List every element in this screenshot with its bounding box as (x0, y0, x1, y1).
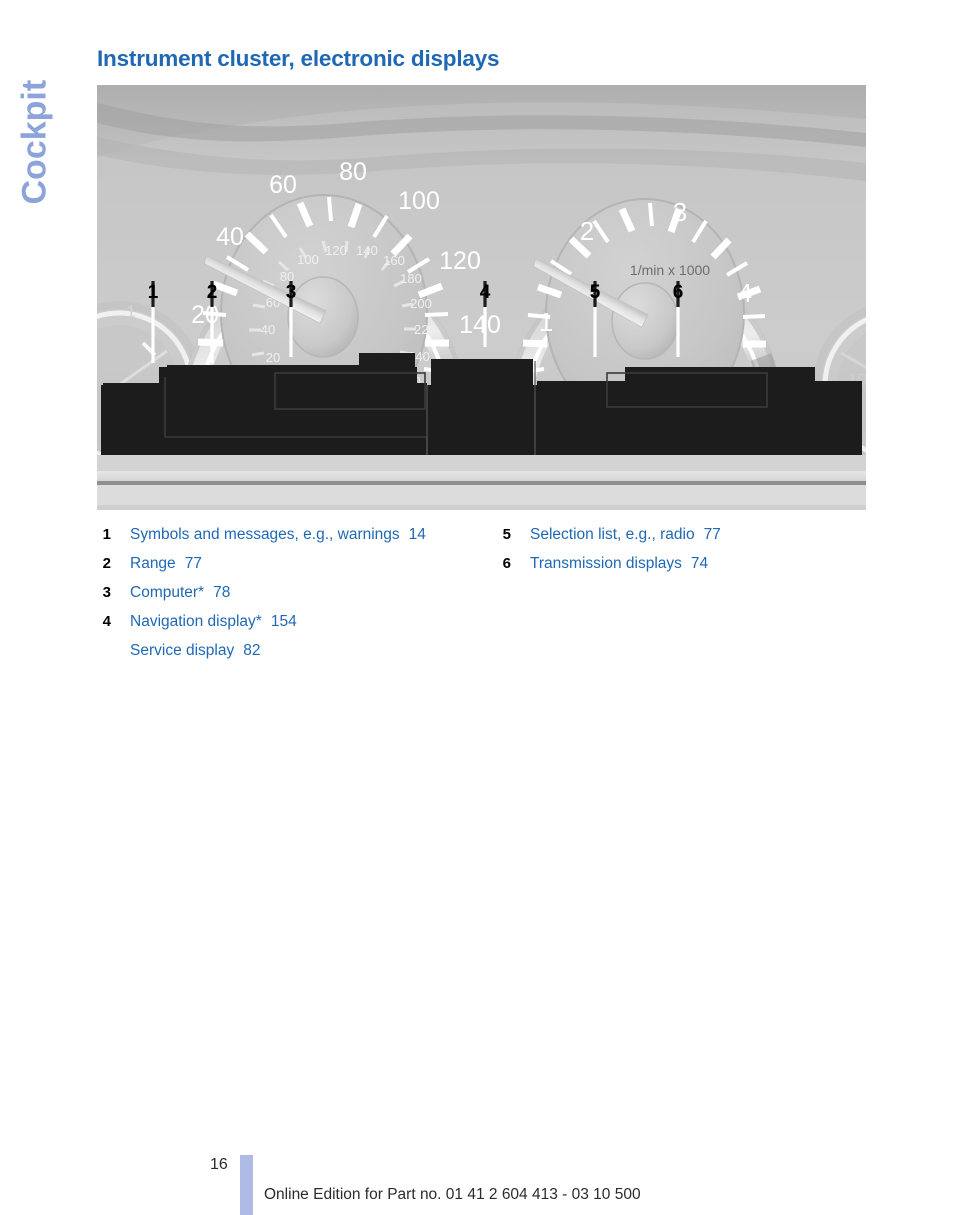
instrument-cluster-figure: 1 10 20 40 60 80 100 120 140 20 40 60 80… (97, 85, 866, 510)
legend-label[interactable]: Symbols and messages, e.g., warnings 14 (130, 520, 426, 549)
legend-label[interactable]: Navigation display* 154 (130, 607, 297, 636)
tachometer-unit-label: 1/min x 1000 (630, 262, 710, 278)
svg-text:180: 180 (400, 271, 422, 286)
legend-item[interactable]: 2 Range 77 (97, 549, 497, 578)
svg-text:20: 20 (266, 350, 280, 365)
svg-text:1: 1 (539, 307, 553, 337)
legend-column-right: 5 Selection list, e.g., radio 77 6 Transm… (497, 520, 867, 578)
legend-label[interactable]: Range 77 (130, 549, 202, 578)
legend-number: 2 (102, 555, 111, 572)
svg-text:40: 40 (216, 223, 244, 251)
legend-number: 3 (102, 584, 111, 601)
callout-5: 5 (590, 282, 601, 303)
page-number: 16 (210, 1156, 228, 1173)
legend-page-ref[interactable]: 74 (691, 555, 708, 572)
legend-item[interactable]: 3 Computer* 78 (97, 578, 497, 607)
svg-text:100: 100 (297, 252, 319, 267)
legend-number: 6 (502, 555, 511, 572)
svg-text:1: 1 (126, 302, 135, 321)
legend-item[interactable]: 5 Selection list, e.g., radio 77 (497, 520, 867, 549)
legend-text: Symbols and messages, e.g., warnings (130, 526, 400, 543)
footer-note: Online Edition for Part no. 01 41 2 604 … (264, 1186, 641, 1203)
svg-text:220: 220 (414, 322, 436, 337)
legend-item[interactable]: Service display 82 (97, 636, 497, 665)
legend-item[interactable]: 1 Symbols and messages, e.g., warnings 14 (97, 520, 497, 549)
legend-number: 4 (102, 613, 111, 630)
callout-1: 1 (148, 282, 159, 303)
legend-label[interactable]: Computer* 78 (130, 578, 230, 607)
svg-text:200: 200 (410, 296, 432, 311)
svg-text:80: 80 (339, 158, 367, 186)
callout-4: 4 (480, 282, 491, 303)
chapter-tab: Cockpit (0, 30, 72, 220)
legend-text: Range (130, 555, 176, 572)
legend-text: Transmission displays (530, 555, 682, 572)
legend-page-ref[interactable]: 154 (271, 613, 297, 630)
legend-text: Computer* (130, 584, 205, 601)
legend-label[interactable]: Selection list, e.g., radio 77 (530, 520, 721, 549)
svg-text:140: 140 (356, 243, 378, 258)
legend-number: 1 (102, 526, 111, 543)
legend-text: Navigation display* (130, 613, 262, 630)
page-title: Instrument cluster, electronic displays (97, 46, 500, 71)
legend-page-ref[interactable]: 77 (185, 555, 202, 572)
legend-text: Selection list, e.g., radio (530, 526, 695, 543)
svg-text:2: 2 (580, 216, 594, 246)
svg-text:120: 120 (325, 243, 347, 258)
legend-label[interactable]: Service display 82 (130, 636, 261, 665)
svg-text:40: 40 (261, 322, 275, 337)
svg-text:140: 140 (459, 311, 501, 339)
legend-page-ref[interactable]: 82 (243, 642, 260, 659)
svg-text:60: 60 (269, 171, 297, 199)
callout-3: 3 (286, 282, 297, 303)
legend-column-left: 1 Symbols and messages, e.g., warnings 14… (97, 520, 497, 665)
legend-page-ref[interactable]: 14 (409, 526, 426, 543)
legend-page-ref[interactable]: 78 (213, 584, 230, 601)
svg-text:20: 20 (191, 301, 219, 329)
svg-text:4: 4 (738, 278, 752, 308)
legend-item[interactable]: 4 Navigation display* 154 (97, 607, 497, 636)
legend-label[interactable]: Transmission displays 74 (530, 549, 708, 578)
chapter-tab-label: Cockpit (15, 79, 54, 205)
svg-text:3: 3 (673, 197, 687, 227)
callout-2: 2 (207, 282, 218, 303)
legend-text: Service display (130, 642, 235, 659)
callout-6: 6 (673, 282, 684, 303)
legend-page-ref[interactable]: 77 (704, 526, 721, 543)
footer-accent-bar (240, 1155, 253, 1215)
legend-number: 5 (502, 526, 511, 543)
legend-item[interactable]: 6 Transmission displays 74 (497, 549, 867, 578)
svg-text:120: 120 (439, 247, 481, 275)
svg-text:100: 100 (398, 187, 440, 215)
svg-text:160: 160 (383, 253, 405, 268)
